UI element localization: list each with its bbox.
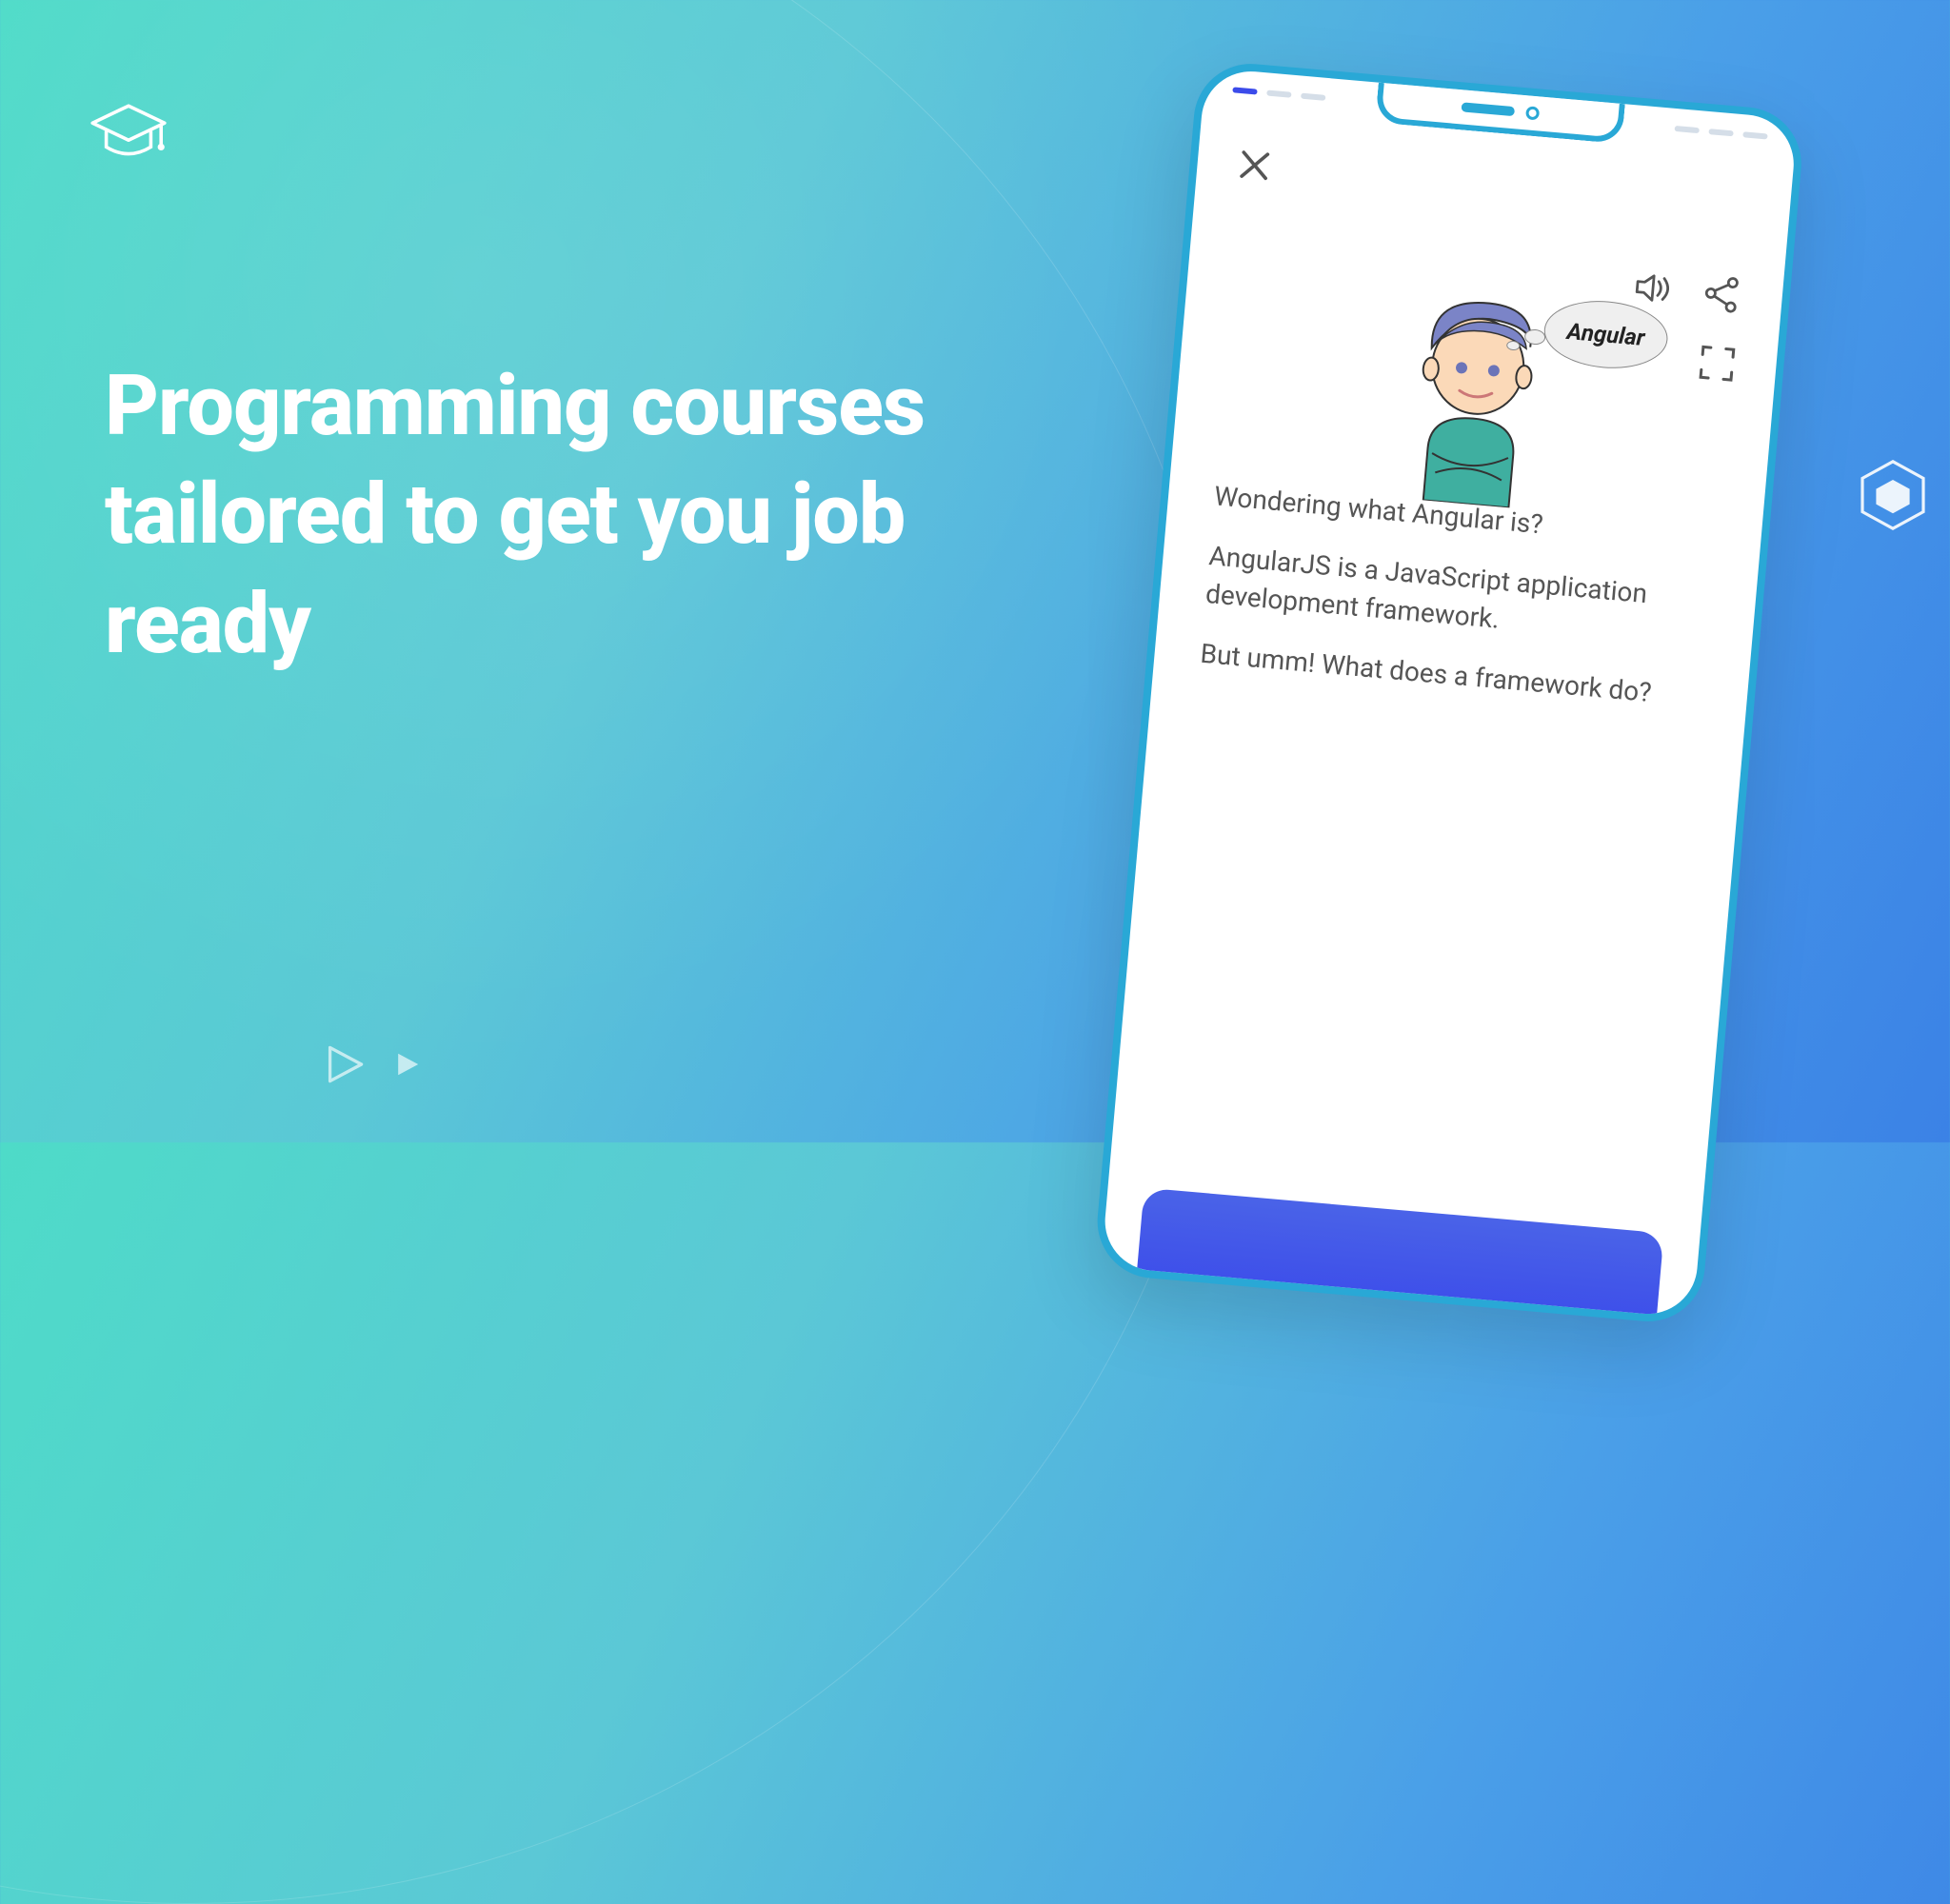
phone-side-button xyxy=(1771,386,1788,490)
play-triangle-solid-icon xyxy=(394,1051,421,1078)
progress-segments xyxy=(1232,87,1325,101)
phone-screen: Angular Wondering what Angular is? Angul… xyxy=(1118,124,1778,1301)
phone-notch xyxy=(1375,83,1625,145)
progress-segments xyxy=(1675,126,1768,140)
front-camera xyxy=(1525,106,1540,120)
play-triangle-outline-icon xyxy=(324,1043,366,1085)
phone-side-button xyxy=(1757,508,1777,651)
thought-bubble: Angular xyxy=(1542,296,1690,375)
hero-headline: Programming courses tailored to get you … xyxy=(105,352,962,679)
decorative-triangles xyxy=(324,1043,421,1085)
thought-label: Angular xyxy=(1566,318,1646,351)
lesson-line: AngularJS is a JavaScript application de… xyxy=(1204,537,1711,658)
lesson-text: Wondering what Angular is? AngularJS is … xyxy=(1197,477,1717,738)
background-ring xyxy=(0,0,1238,1904)
graduation-cap-icon xyxy=(86,90,171,176)
hexagon-icon xyxy=(1855,457,1931,533)
speaker-slot xyxy=(1461,102,1515,116)
primary-action-button[interactable] xyxy=(1135,1188,1664,1326)
phone-mockup: Angular Wondering what Angular is? Angul… xyxy=(1093,59,1806,1326)
phone-frame: Angular Wondering what Angular is? Angul… xyxy=(1093,59,1806,1326)
close-icon[interactable] xyxy=(1236,147,1273,184)
